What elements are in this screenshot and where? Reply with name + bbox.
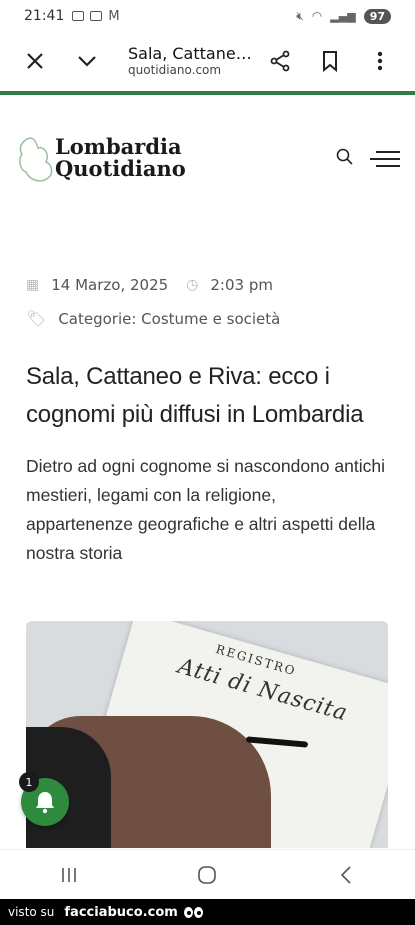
browser-toolbar: Sala, Cattane… quotidiano.com (0, 32, 415, 90)
gmail-icon: M (108, 8, 120, 24)
status-time: 21:41 (24, 8, 65, 24)
watermark-footer: visto su facciabuco.com (0, 899, 415, 925)
site-logo[interactable]: Lombardia Quotidiano (55, 136, 186, 180)
tag-icon: 🏷︎ (26, 309, 47, 328)
system-navigation-bar (0, 849, 415, 900)
recent-apps-icon[interactable] (39, 855, 99, 895)
search-icon[interactable] (336, 148, 358, 170)
browser-title-block[interactable]: Sala, Cattane… quotidiano.com (128, 44, 263, 78)
notification-bell-button[interactable]: 1 (19, 772, 69, 826)
article-time: 2:03 pm (210, 276, 273, 294)
back-icon[interactable] (316, 855, 376, 895)
battery-indicator: 97 (363, 8, 391, 24)
notification-badge: 1 (19, 772, 39, 792)
logo-line-2: Quotidiano (55, 156, 186, 181)
article-category-row: 🏷︎ Categorie: Costume e società (26, 309, 280, 328)
more-vert-icon[interactable] (363, 44, 397, 78)
mute-icon: 🔇︎ (296, 8, 304, 23)
calendar-icon: ▦ (26, 277, 40, 293)
share-icon[interactable] (263, 44, 297, 78)
status-bar: 21:41 M 🔇︎ ◠ ▂▄▆ 97 (0, 0, 415, 32)
site-header: Lombardia Quotidiano (0, 128, 415, 198)
wifi-icon: ◠ (311, 9, 323, 23)
article-hero-image (26, 621, 388, 848)
close-icon[interactable] (18, 44, 52, 78)
footer-brand: facciabuco.com (64, 904, 178, 920)
footer-prefix: visto su (8, 905, 55, 919)
page-title: Sala, Cattane… (128, 44, 252, 64)
logo-line-1: Lombardia (55, 134, 182, 159)
signal-icon: ▂▄▆ (330, 9, 356, 23)
notification-icon (90, 11, 103, 21)
clock-icon: ◷ (186, 277, 199, 293)
chevron-down-icon[interactable] (70, 44, 104, 78)
article-subheadline: Dietro ad ogni cognome si nascondono ant… (26, 456, 385, 563)
eyes-logo-icon (183, 906, 203, 918)
article-date: 14 Marzo, 2025 (51, 276, 169, 294)
article-categories[interactable]: Categorie: Costume e società (58, 310, 280, 328)
bookmark-icon[interactable] (313, 44, 347, 78)
page-url: quotidiano.com (128, 63, 222, 78)
home-icon[interactable] (177, 855, 237, 895)
article-date-row: ▦ 14 Marzo, 2025 ◷ 2:03 pm (26, 276, 273, 294)
lombardia-map-logo-icon[interactable] (16, 134, 56, 190)
notification-icon (72, 11, 85, 21)
page-load-indicator (0, 91, 415, 95)
article-headline: Sala, Cattaneo e Riva: ecco i cognomi pi… (26, 363, 364, 428)
hamburger-menu-icon[interactable] (370, 146, 400, 168)
